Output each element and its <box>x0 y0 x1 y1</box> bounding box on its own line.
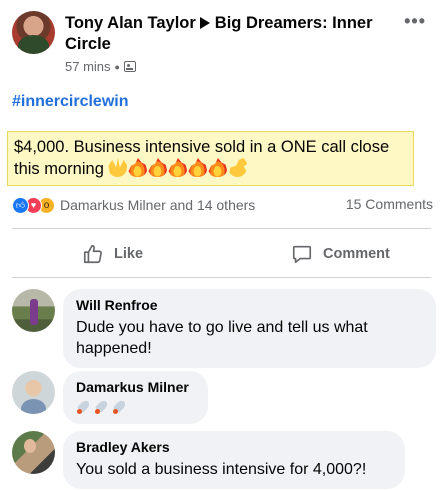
author-name[interactable]: Tony Alan Taylor <box>65 14 196 32</box>
comment-emojis <box>76 399 195 415</box>
comment-bubble: Damarkus Milner <box>63 371 208 424</box>
divider <box>12 277 431 278</box>
comment-button[interactable]: Comment <box>291 236 390 272</box>
flexed-biceps-emoji-icon <box>228 158 248 177</box>
raising-hands-emoji-icon <box>108 158 128 177</box>
fire-emoji-icon <box>128 158 148 177</box>
divider <box>12 228 431 229</box>
post-title: Tony Alan Taylor Big Dreamers: Inner Circ… <box>65 13 405 55</box>
post-meta: 57 mins ● <box>65 59 136 74</box>
post-header: Tony Alan Taylor Big Dreamers: Inner Circ… <box>12 11 432 81</box>
fire-emoji-icon <box>188 158 208 177</box>
comment-bubble: Will Renfroe Dude you have to go live an… <box>63 289 436 368</box>
fire-emoji-icon <box>208 158 228 177</box>
like-reaction-icon: 👍︎ <box>12 196 29 214</box>
commenter-name[interactable]: Damarkus Milner <box>76 378 195 396</box>
group-audience-icon <box>123 61 136 72</box>
comments-count[interactable]: 15 Comments <box>346 196 433 212</box>
post-body: $4,000. Business intensive sold in a ONE… <box>7 131 414 186</box>
comment-bubble-icon <box>292 245 312 264</box>
hashtag-link[interactable]: #innercirclewin <box>12 93 129 111</box>
reaction-names[interactable]: Damarkus Milner and 14 others <box>60 197 255 213</box>
comment-item: Bradley Akers You sold a business intens… <box>12 431 442 489</box>
rocket-emoji-icon <box>112 399 128 415</box>
thumbs-up-icon <box>83 244 102 264</box>
author-avatar[interactable] <box>12 11 55 54</box>
rocket-emoji-icon <box>76 399 92 415</box>
fire-emoji-icon <box>168 158 188 177</box>
like-label: Like <box>114 246 144 262</box>
commenter-avatar[interactable] <box>12 431 55 474</box>
post-actions: Like Comment <box>0 236 443 272</box>
separator-dot: ● <box>114 61 120 72</box>
comment-item: Damarkus Milner <box>12 371 442 424</box>
commenter-name[interactable]: Will Renfroe <box>76 296 423 314</box>
comment-text: Dude you have to go live and tell us wha… <box>76 319 368 357</box>
like-button[interactable]: Like <box>82 236 143 272</box>
fire-emoji-icon <box>148 158 168 177</box>
commenter-avatar[interactable] <box>12 289 55 332</box>
arrow-right-icon <box>199 17 210 29</box>
more-options-button[interactable]: ••• <box>404 11 426 32</box>
comment-label: Comment <box>323 246 390 262</box>
comment-text: You sold a business intensive for 4,000?… <box>76 461 367 478</box>
reactions-summary[interactable]: 👍︎ ♥ o Damarkus Milner and 14 others 15 … <box>12 196 438 214</box>
post-timestamp[interactable]: 57 mins <box>65 59 111 74</box>
post-body-emojis <box>108 158 248 177</box>
comment-item: Will Renfroe Dude you have to go live an… <box>12 289 442 368</box>
commenter-name[interactable]: Bradley Akers <box>76 438 392 456</box>
post-body-text: $4,000. Business intensive sold in a ONE… <box>14 136 407 180</box>
comment-bubble: Bradley Akers You sold a business intens… <box>63 431 405 489</box>
rocket-emoji-icon <box>94 399 110 415</box>
commenter-avatar[interactable] <box>12 371 55 414</box>
